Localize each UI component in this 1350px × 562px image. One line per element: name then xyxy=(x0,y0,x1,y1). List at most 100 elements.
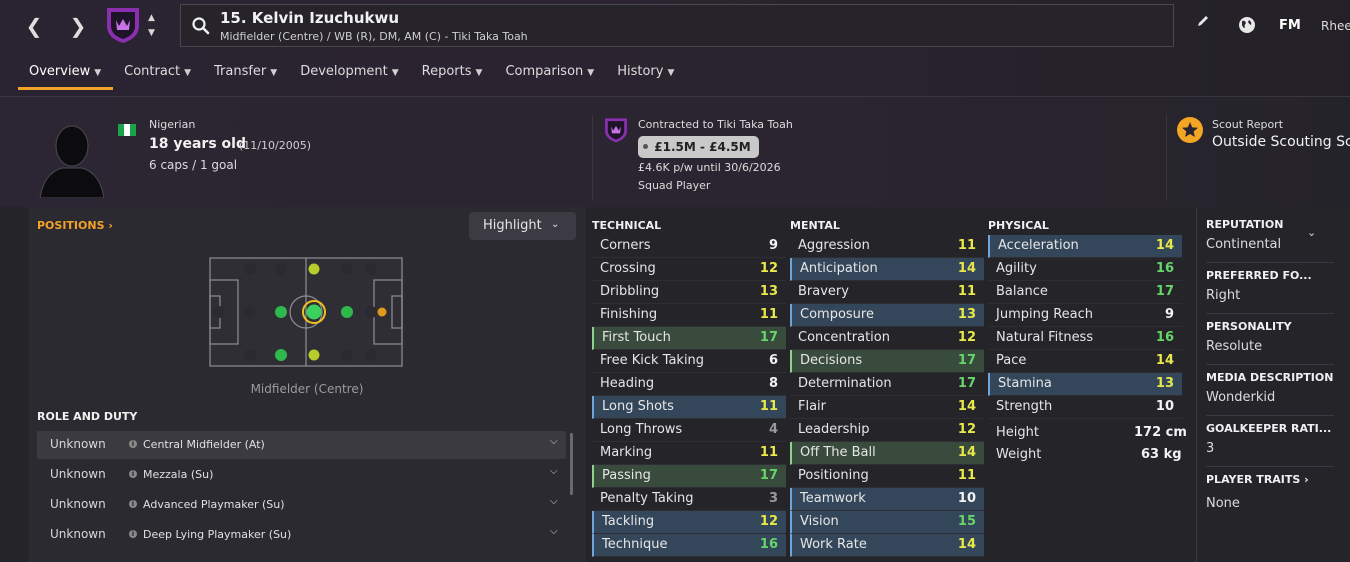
divider xyxy=(1206,466,1334,467)
player-traits-value: None xyxy=(1206,496,1240,511)
attribute-row[interactable]: Dribbling 13 xyxy=(592,281,786,304)
attribute-row[interactable]: Balance 17 xyxy=(988,281,1182,304)
attribute-name: Leadership xyxy=(798,422,870,437)
attribute-row[interactable]: Technique 16 xyxy=(592,534,786,557)
attribute-row[interactable]: Concentration 12 xyxy=(790,327,984,350)
attribute-row[interactable]: Agility 16 xyxy=(988,258,1182,281)
attribute-row[interactable]: Bravery 11 xyxy=(790,281,984,304)
back-button[interactable]: ❮ xyxy=(20,12,48,40)
role-row[interactable]: Unknown i Mezzala (Su) ⌵ xyxy=(37,461,566,489)
attribute-row[interactable]: Long Throws 4 xyxy=(592,419,786,442)
tab-reports[interactable]: Reports ▼ xyxy=(411,58,495,90)
player-age: 18 years old xyxy=(149,136,246,152)
attribute-row[interactable]: Marking 11 xyxy=(592,442,786,465)
attribute-row[interactable]: Heading 8 xyxy=(592,373,786,396)
attribute-row[interactable]: Leadership 12 xyxy=(790,419,984,442)
attribute-value: 14 xyxy=(957,537,976,552)
attribute-row[interactable]: Corners 9 xyxy=(592,235,786,258)
attribute-name: Finishing xyxy=(600,307,658,322)
tab-comparison[interactable]: Comparison ▼ xyxy=(494,58,606,90)
role-row[interactable]: Unknown i Advanced Playmaker (Su) ⌵ xyxy=(37,491,566,519)
role-list-scrollbar[interactable] xyxy=(570,433,573,495)
info-icon: i xyxy=(129,470,137,478)
attribute-value: 15 xyxy=(957,514,976,529)
attribute-row[interactable]: Decisions 17 xyxy=(790,350,984,373)
preferred-foot-title: PREFERRED FO... xyxy=(1206,269,1312,282)
attribute-value: 11 xyxy=(759,445,778,460)
chevron-down-icon[interactable]: ⌵ xyxy=(550,436,558,447)
attribute-row[interactable]: Determination 17 xyxy=(790,373,984,396)
tab-development[interactable]: Development ▼ xyxy=(289,58,410,90)
attribute-value: 9 xyxy=(768,238,778,253)
chevron-down-icon[interactable]: ⌵ xyxy=(550,466,558,477)
attribute-row[interactable]: Vision 15 xyxy=(790,511,984,534)
attribute-row[interactable]: Off The Ball 14 xyxy=(790,442,984,465)
attribute-row[interactable]: Positioning 11 xyxy=(790,465,984,488)
chevron-up-icon[interactable]: ▲ xyxy=(148,13,155,23)
attribute-name: Bravery xyxy=(798,284,849,299)
user-name[interactable]: Rhee xyxy=(1321,19,1350,33)
attribute-row[interactable]: Acceleration 14 xyxy=(988,235,1182,258)
attribute-row[interactable]: Composure 13 xyxy=(790,304,984,327)
role-row[interactable]: Unknown i Central Midfielder (At) ⌵ xyxy=(37,431,566,459)
chevron-down-icon[interactable]: ⌵ xyxy=(550,496,558,507)
tab-overview[interactable]: Overview ▼ xyxy=(18,58,114,90)
attribute-row[interactable]: Stamina 13 xyxy=(988,373,1182,396)
tab-history[interactable]: History ▼ xyxy=(606,58,686,90)
chevron-down-icon[interactable]: ⌵ xyxy=(550,526,558,537)
height-value: 172 cm xyxy=(1134,425,1187,440)
chevron-down-icon: ▼ xyxy=(475,68,483,78)
attribute-name: Positioning xyxy=(798,468,869,483)
club-crest-icon[interactable] xyxy=(104,6,142,44)
mental-attributes: Aggression 11 Anticipation 14 Bravery 11 Compo… xyxy=(790,235,984,557)
attribute-value: 9 xyxy=(1164,307,1174,322)
international-caps: 6 caps / 1 goal xyxy=(149,158,238,172)
attribute-row[interactable]: Teamwork 10 xyxy=(790,488,984,511)
chevron-down-icon[interactable]: ▼ xyxy=(148,28,155,38)
attribute-row[interactable]: Penalty Taking 3 xyxy=(592,488,786,511)
club-crest-icon[interactable] xyxy=(603,117,629,143)
transfer-value-badge[interactable]: £1.5M - £4.5M xyxy=(638,136,759,158)
attribute-row[interactable]: Aggression 11 xyxy=(790,235,984,258)
attribute-name: Decisions xyxy=(800,353,863,368)
tab-transfer[interactable]: Transfer ▼ xyxy=(203,58,289,90)
attribute-row[interactable]: Anticipation 14 xyxy=(790,258,984,281)
attribute-row[interactable]: Long Shots 11 xyxy=(592,396,786,419)
positions-link[interactable]: POSITIONS › xyxy=(37,219,113,232)
attribute-row[interactable]: Natural Fitness 16 xyxy=(988,327,1182,350)
attribute-value: 17 xyxy=(759,330,778,345)
forward-button[interactable]: ❯ xyxy=(64,12,92,40)
attribute-row[interactable]: Pace 14 xyxy=(988,350,1182,373)
attribute-row[interactable]: Passing 17 xyxy=(592,465,786,488)
highlight-dropdown[interactable]: Highlight ⌄ xyxy=(469,212,576,240)
attribute-row[interactable]: Flair 14 xyxy=(790,396,984,419)
attribute-row[interactable]: Tackling 12 xyxy=(592,511,786,534)
attribute-value: 10 xyxy=(957,491,976,506)
attribute-name: Free Kick Taking xyxy=(600,353,705,368)
player-search-box[interactable]: 15. Kelvin Izuchukwu Midfielder (Centre)… xyxy=(180,4,1174,47)
attribute-value: 11 xyxy=(957,284,976,299)
attribute-row[interactable]: Strength 10 xyxy=(988,396,1182,419)
chevron-down-icon[interactable]: ⌄ xyxy=(1307,226,1316,239)
world-globe-icon[interactable] xyxy=(1238,16,1256,34)
attribute-row[interactable]: First Touch 17 xyxy=(592,327,786,350)
scout-report-title: Scout Report xyxy=(1212,118,1284,131)
player-traits-link[interactable]: PLAYER TRAITS › xyxy=(1206,473,1309,486)
media-description-value: Wonderkid xyxy=(1206,390,1276,405)
attribute-row[interactable]: Free Kick Taking 6 xyxy=(592,350,786,373)
tab-contract[interactable]: Contract ▼ xyxy=(113,58,203,90)
attribute-row[interactable]: Crossing 12 xyxy=(592,258,786,281)
attribute-name: Aggression xyxy=(798,238,870,253)
role-row[interactable]: Unknown i Deep Lying Playmaker (Su) ⌵ xyxy=(37,521,566,549)
scout-report-value[interactable]: Outside Scouting Sco xyxy=(1212,134,1350,150)
attribute-name: Penalty Taking xyxy=(600,491,694,506)
attribute-row[interactable]: Jumping Reach 9 xyxy=(988,304,1182,327)
attribute-row[interactable]: Work Rate 14 xyxy=(790,534,984,557)
edit-pencil-icon[interactable] xyxy=(1196,14,1210,28)
player-title: 15. Kelvin Izuchukwu xyxy=(220,9,400,27)
search-icon[interactable] xyxy=(191,16,211,36)
attribute-value: 11 xyxy=(957,468,976,483)
fm-logo[interactable]: FM xyxy=(1279,18,1301,33)
attribute-row[interactable]: Finishing 11 xyxy=(592,304,786,327)
chevron-down-icon: ▼ xyxy=(184,68,191,78)
